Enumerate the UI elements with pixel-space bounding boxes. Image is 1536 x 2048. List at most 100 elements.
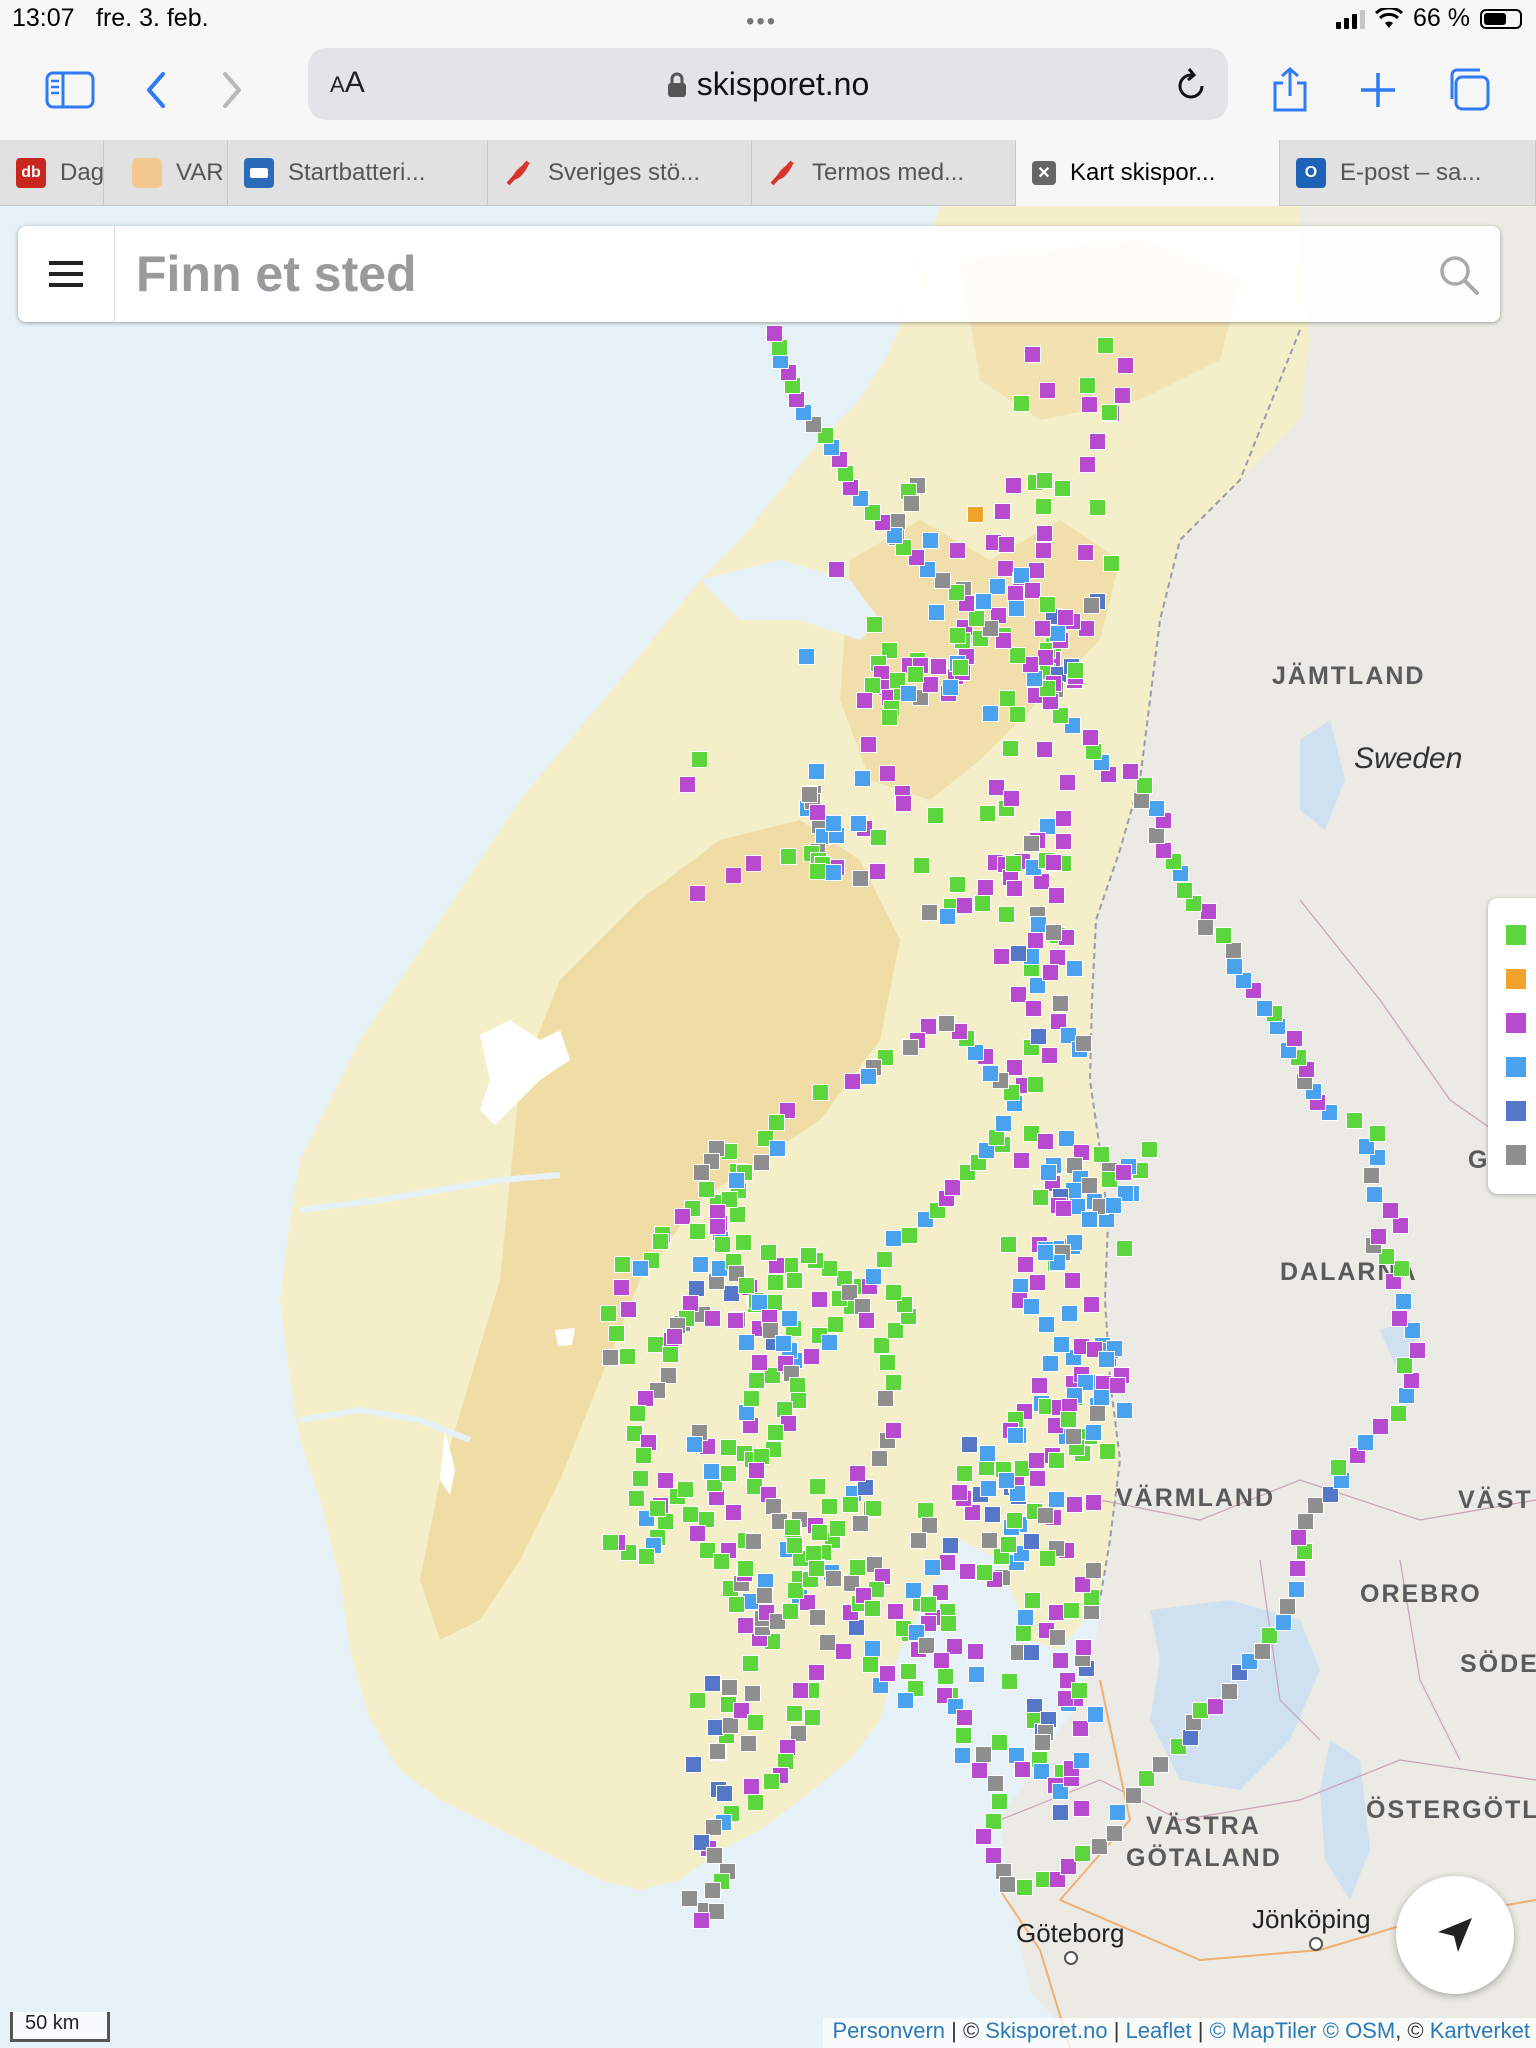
ski-track-marker[interactable]: [1103, 555, 1120, 572]
share-icon[interactable]: [1262, 62, 1318, 118]
ski-track-marker[interactable]: [971, 1762, 988, 1779]
ski-track-marker[interactable]: [1087, 1706, 1104, 1723]
ski-track-marker[interactable]: [1003, 790, 1020, 807]
ski-track-marker[interactable]: [1279, 1598, 1296, 1615]
ski-track-marker[interactable]: [1006, 1512, 1023, 1529]
ski-track-marker[interactable]: [1093, 1146, 1110, 1163]
ski-track-marker[interactable]: [740, 1735, 757, 1752]
ski-track-marker[interactable]: [956, 1709, 973, 1726]
ski-track-marker[interactable]: [1073, 1752, 1090, 1769]
ski-track-marker[interactable]: [1079, 456, 1096, 473]
ski-track-marker[interactable]: [922, 676, 939, 693]
ski-track-marker[interactable]: [629, 1405, 646, 1422]
ski-track-marker[interactable]: [721, 1679, 738, 1696]
ski-track-marker[interactable]: [737, 1560, 754, 1577]
ski-track-marker[interactable]: [1035, 498, 1052, 515]
ski-track-marker[interactable]: [703, 1463, 720, 1480]
ski-track-marker[interactable]: [991, 1734, 1008, 1751]
ski-track-marker[interactable]: [854, 770, 871, 787]
ski-track-marker[interactable]: [1392, 1217, 1409, 1234]
ski-track-marker[interactable]: [1330, 1459, 1347, 1476]
ski-track-marker[interactable]: [951, 1484, 968, 1501]
ski-track-marker[interactable]: [1005, 477, 1022, 494]
ski-track-marker[interactable]: [1200, 903, 1217, 920]
ski-track-marker[interactable]: [1089, 1405, 1106, 1422]
ski-track-marker[interactable]: [728, 1596, 745, 1613]
ski-track-marker[interactable]: [975, 1746, 992, 1763]
ski-track-marker[interactable]: [751, 1354, 768, 1371]
ski-track-marker[interactable]: [698, 1181, 715, 1198]
ski-track-marker[interactable]: [679, 776, 696, 793]
ski-track-marker[interactable]: [1028, 562, 1045, 579]
ski-track-marker[interactable]: [1085, 1424, 1102, 1441]
ski-track-marker[interactable]: [744, 1685, 761, 1702]
ski-track-marker[interactable]: [1016, 1879, 1033, 1896]
leaflet-link[interactable]: Leaflet: [1126, 2018, 1192, 2043]
ski-track-marker[interactable]: [1071, 1682, 1088, 1699]
ski-track-marker[interactable]: [743, 1778, 760, 1795]
ski-track-marker[interactable]: [1009, 647, 1026, 664]
ski-track-marker[interactable]: [1059, 774, 1076, 791]
ski-track-marker[interactable]: [708, 1903, 725, 1920]
ski-track-marker[interactable]: [852, 1515, 869, 1532]
close-tab-icon[interactable]: ✕: [1032, 161, 1056, 185]
ski-track-marker[interactable]: [1176, 882, 1193, 899]
ski-track-marker[interactable]: [1207, 1698, 1224, 1715]
ski-track-marker[interactable]: [662, 1346, 679, 1363]
ski-track-marker[interactable]: [1357, 1434, 1374, 1451]
ski-track-marker[interactable]: [1254, 1643, 1271, 1660]
ski-track-marker[interactable]: [850, 815, 867, 832]
ski-track-marker[interactable]: [939, 1554, 956, 1571]
ski-track-marker[interactable]: [1117, 357, 1134, 374]
ski-track-marker[interactable]: [903, 495, 920, 512]
ski-track-marker[interactable]: [827, 1316, 844, 1333]
ski-track-marker[interactable]: [1148, 800, 1165, 817]
ski-track-marker[interactable]: [913, 857, 930, 874]
ski-track-marker[interactable]: [1074, 1845, 1091, 1862]
ski-track-marker[interactable]: [600, 1305, 617, 1322]
osm-link[interactable]: © OSM: [1323, 2018, 1395, 2043]
ski-track-marker[interactable]: [745, 1533, 762, 1550]
ski-track-marker[interactable]: [1288, 1581, 1305, 1598]
ski-track-marker[interactable]: [849, 1465, 866, 1482]
tab-startbatteri[interactable]: Startbatteri...: [228, 140, 488, 206]
ski-track-marker[interactable]: [689, 1692, 706, 1709]
ski-track-marker[interactable]: [689, 1223, 706, 1240]
ski-track-marker[interactable]: [737, 1617, 754, 1634]
ski-track-marker[interactable]: [1077, 544, 1094, 561]
ski-track-marker[interactable]: [1396, 1357, 1413, 1374]
locate-me-button[interactable]: [1396, 1876, 1514, 1994]
ski-track-marker[interactable]: [800, 1247, 817, 1264]
ski-track-marker[interactable]: [999, 1876, 1016, 1893]
ski-track-marker[interactable]: [769, 1140, 786, 1157]
ski-track-marker[interactable]: [1115, 1164, 1132, 1181]
ski-track-marker[interactable]: [745, 855, 762, 872]
maptiler-link[interactable]: © MapTiler: [1210, 2018, 1317, 2043]
search-input[interactable]: [134, 240, 1438, 308]
ski-track-marker[interactable]: [704, 1310, 721, 1327]
ski-track-marker[interactable]: [706, 1847, 723, 1864]
ski-track-marker[interactable]: [735, 1234, 752, 1251]
ski-track-marker[interactable]: [808, 1560, 825, 1577]
ski-track-marker[interactable]: [873, 1337, 890, 1354]
ski-track-marker[interactable]: [987, 1775, 1004, 1792]
ski-track-marker[interactable]: [1089, 499, 1106, 516]
ski-track-marker[interactable]: [1053, 1336, 1070, 1353]
ski-track-marker[interactable]: [619, 1348, 636, 1365]
ski-track-marker[interactable]: [781, 1310, 798, 1327]
ski-track-marker[interactable]: [786, 1705, 803, 1722]
ski-track-marker[interactable]: [1083, 597, 1100, 614]
ski-track-marker[interactable]: [1007, 1427, 1024, 1444]
ski-track-marker[interactable]: [952, 659, 969, 676]
ski-track-marker[interactable]: [1031, 1377, 1048, 1394]
ski-track-marker[interactable]: [1215, 927, 1232, 944]
ski-track-marker[interactable]: [1066, 1496, 1083, 1513]
ski-track-marker[interactable]: [907, 666, 924, 683]
ski-track-marker[interactable]: [942, 679, 959, 696]
ski-track-marker[interactable]: [1105, 1197, 1122, 1214]
ski-track-marker[interactable]: [982, 705, 999, 722]
ski-track-marker[interactable]: [1256, 1000, 1273, 1017]
ski-track-marker[interactable]: [649, 1500, 666, 1517]
ski-track-marker[interactable]: [608, 1325, 625, 1342]
ski-track-marker[interactable]: [1025, 1000, 1042, 1017]
